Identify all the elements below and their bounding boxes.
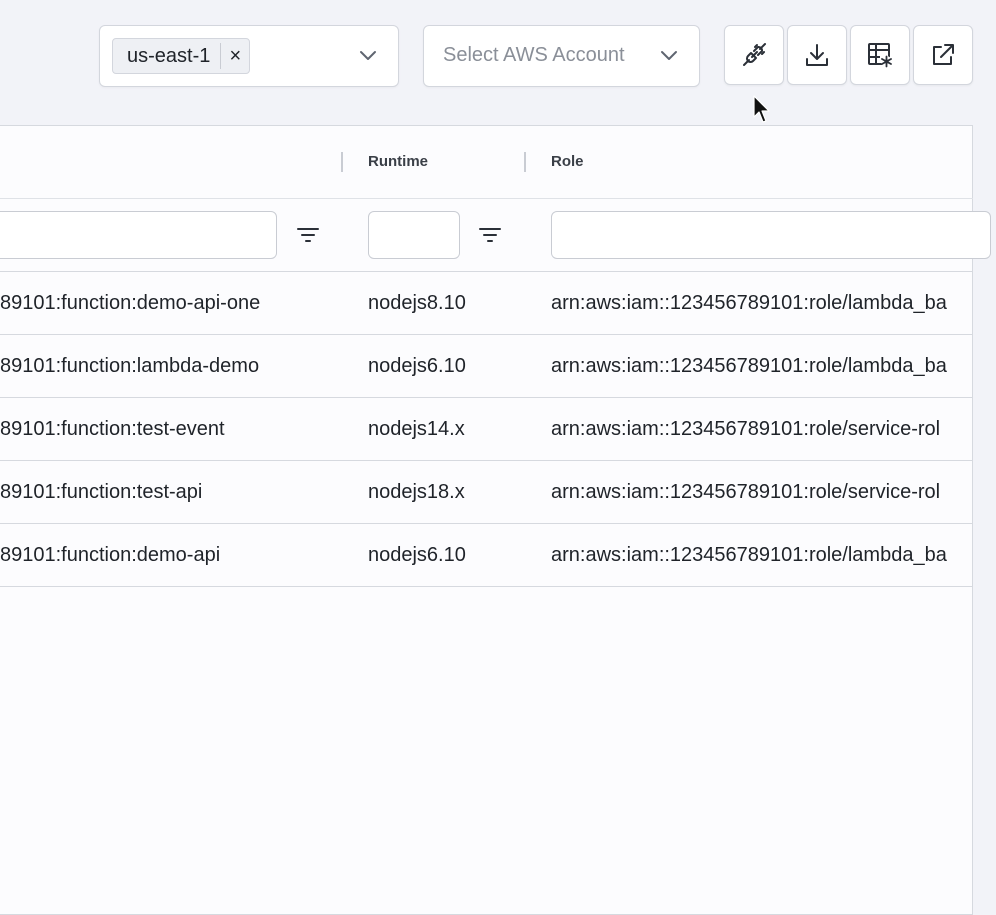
cell-function-arn: 89101:function:lambda-demo [0,355,260,377]
cell-function-arn: 89101:function:demo-api-one [0,292,261,314]
lambda-functions-table: Runtime Role 89101:function:demo-api-one… [0,125,991,915]
table-settings-button[interactable] [850,25,910,85]
cell-function-arn: 89101:function:demo-api [0,544,221,566]
cell-role: arn:aws:iam::123456789101:role/service-r… [551,418,941,440]
region-chip-label: us-east-1 [127,45,211,67]
toolbar: us-east-1 × Select AWS Account [0,0,996,123]
mouse-cursor-icon [753,95,770,123]
column-header-role[interactable]: Role [551,153,584,170]
cell-role: arn:aws:iam::123456789101:role/lambda_ba [551,544,947,566]
table-row[interactable]: 89101:function:demo-api-one nodejs8.10 a… [0,272,973,335]
region-chip: us-east-1 × [112,38,251,74]
table-row[interactable]: 89101:function:test-event nodejs14.x arn… [0,398,973,461]
cell-function-arn: 89101:function:test-event [0,418,225,440]
filter-icon[interactable] [478,223,502,247]
cell-function-arn: 89101:function:test-api [0,481,203,503]
runtime-filter-input[interactable] [368,211,460,259]
column-header-runtime[interactable]: Runtime [368,153,428,170]
external-link-icon [933,44,954,65]
table-header-row: Runtime Role [0,126,973,199]
region-select[interactable]: us-east-1 × [99,25,399,87]
chevron-down-icon[interactable] [359,47,377,65]
table-filter-row [0,199,991,272]
download-button[interactable] [787,25,847,85]
column-resize-handle[interactable] [341,152,343,172]
cell-runtime: nodejs6.10 [368,544,466,566]
cell-runtime: nodejs14.x [368,418,465,440]
arn-filter-input[interactable] [0,211,277,259]
table-row[interactable]: 89101:function:test-api nodejs18.x arn:a… [0,461,973,524]
plug-icon [743,43,766,66]
aws-account-select[interactable]: Select AWS Account [423,25,700,87]
filter-icon[interactable] [296,223,320,247]
chevron-down-icon[interactable] [660,47,678,65]
cell-runtime: nodejs6.10 [368,355,466,377]
open-external-button[interactable] [913,25,973,85]
download-icon [806,44,828,66]
aws-account-placeholder: Select AWS Account [443,44,625,66]
cell-runtime: nodejs8.10 [368,292,466,314]
region-chip-remove-button[interactable]: × [221,39,249,73]
cell-role: arn:aws:iam::123456789101:role/lambda_ba [551,292,947,314]
table-row[interactable]: 89101:function:demo-api nodejs6.10 arn:a… [0,524,973,587]
table-settings-icon [868,43,892,68]
cell-role: arn:aws:iam::123456789101:role/service-r… [551,481,941,503]
cell-runtime: nodejs18.x [368,481,465,503]
table-row[interactable]: 89101:function:lambda-demo nodejs6.10 ar… [0,335,973,398]
cell-role: arn:aws:iam::123456789101:role/lambda_ba [551,355,947,377]
connect-button[interactable] [724,25,784,85]
role-filter-input[interactable] [551,211,991,259]
column-resize-handle[interactable] [524,152,526,172]
